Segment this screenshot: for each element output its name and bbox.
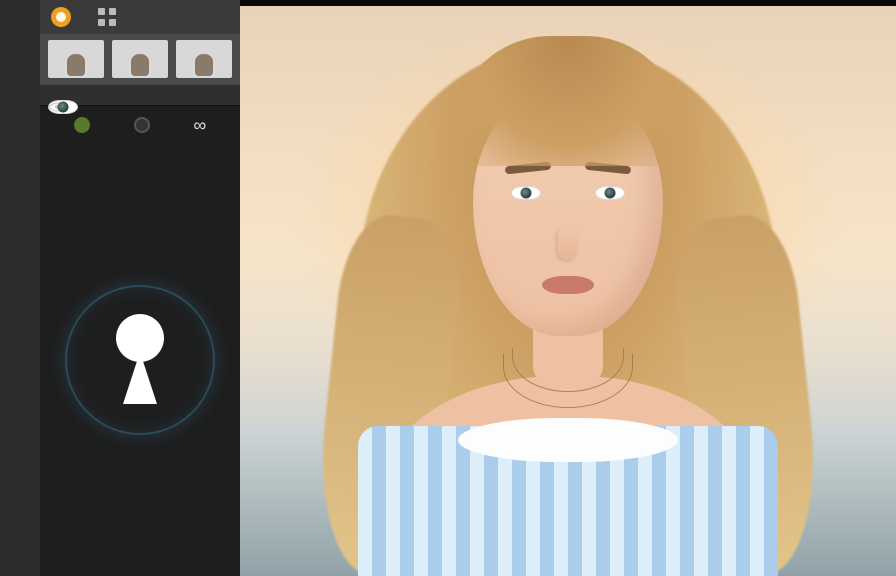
preset-thumb-3[interactable]	[176, 40, 232, 78]
mode-loop[interactable]: ∞	[193, 115, 206, 136]
mode-green[interactable]	[74, 117, 90, 133]
preset-thumbnails	[40, 34, 240, 84]
masks-tab[interactable]	[96, 6, 118, 28]
left-rail	[0, 0, 40, 576]
preset-thumb-2[interactable]	[112, 40, 168, 78]
locked-panel	[40, 144, 240, 576]
circle-icon	[50, 6, 72, 28]
visibility-icon[interactable]	[48, 100, 78, 114]
loop-icon: ∞	[193, 115, 206, 135]
presets-tab[interactable]	[50, 6, 72, 28]
app-root: ∞	[0, 0, 896, 576]
canvas[interactable]	[240, 0, 896, 576]
keyhole-icon	[105, 308, 175, 413]
portrait-photo	[288, 0, 848, 576]
preset-thumb-1[interactable]	[48, 40, 104, 78]
sidebar: ∞	[40, 0, 240, 576]
mode-dark[interactable]	[134, 117, 150, 133]
preset-label-row	[40, 84, 240, 106]
progress-ring	[65, 285, 215, 435]
grid-icon	[97, 7, 117, 27]
sidebar-tabs	[40, 0, 240, 34]
